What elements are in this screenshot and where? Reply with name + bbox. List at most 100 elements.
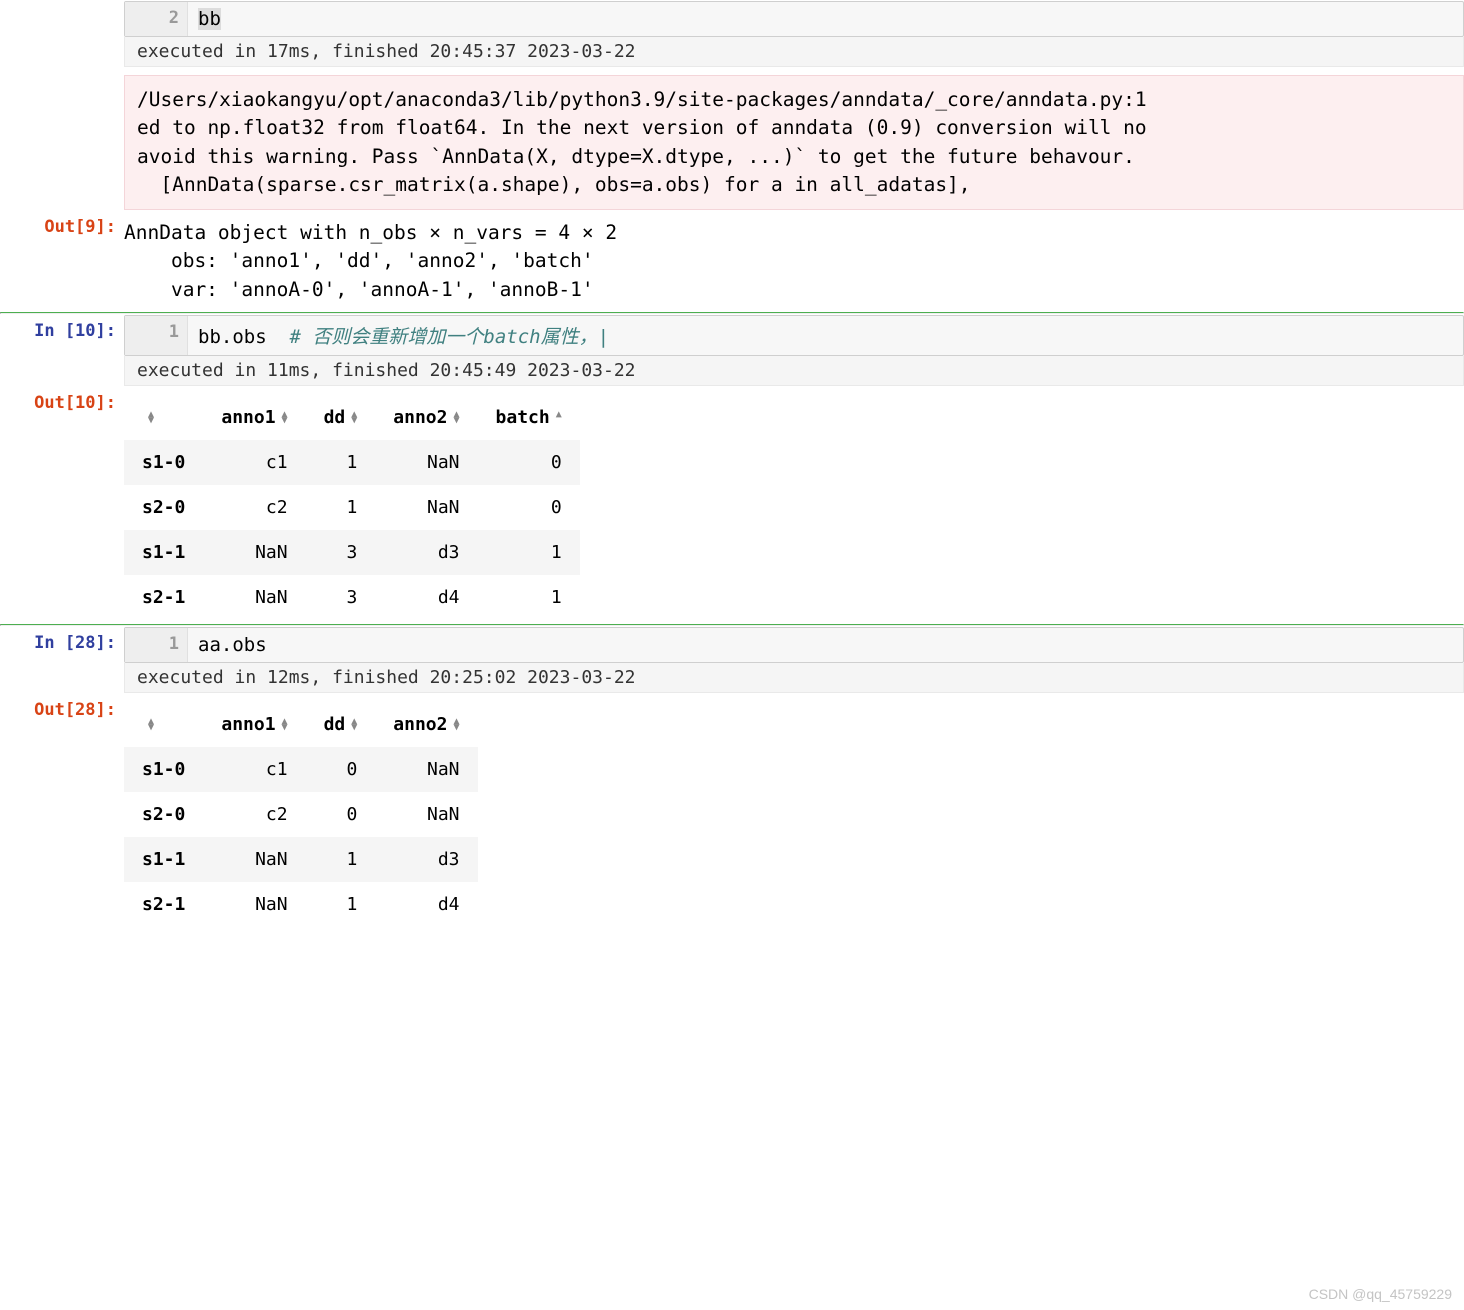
- cell-9-out: Out[9]: AnnData object with n_obs × n_va…: [0, 210, 1464, 312]
- row-index: s1-0: [124, 440, 203, 485]
- sort-icon[interactable]: ▲▼: [453, 719, 459, 731]
- exec-timing-28: executed in 12ms, finished 20:25:02 2023…: [124, 663, 1464, 693]
- line-number: 1: [125, 628, 188, 662]
- in-prompt-28: In [28]:: [0, 627, 124, 693]
- cell: 3: [306, 575, 376, 620]
- cell-9: 2 bb executed in 17ms, finished 20:45:37…: [0, 0, 1464, 210]
- sort-icon[interactable]: ▲▼: [282, 719, 288, 731]
- cell: d4: [375, 575, 477, 620]
- cell-9-body: 2 bb executed in 17ms, finished 20:45:37…: [124, 1, 1464, 210]
- row-index: s1-1: [124, 837, 203, 882]
- cell: 1: [306, 837, 376, 882]
- col-anno1[interactable]: anno1▲▼: [203, 702, 305, 747]
- table-row: s2-0c21NaN0: [124, 485, 580, 530]
- cell-28: In [28]: 1 aa.obs executed in 12ms, fini…: [0, 626, 1464, 693]
- col-anno2[interactable]: anno2▲▼: [375, 395, 477, 440]
- table-row: s1-0c10NaN: [124, 747, 478, 792]
- cell-10-body: 1 bb.obs # 否则会重新增加一个batch属性，| executed i…: [124, 315, 1464, 386]
- out-prompt-28: Out[28]:: [0, 694, 124, 931]
- col-index[interactable]: ▲▼: [124, 702, 203, 747]
- col-dd[interactable]: dd▲▼: [306, 395, 376, 440]
- cell: c2: [203, 792, 305, 837]
- cell: 1: [306, 440, 376, 485]
- stderr-warning: /Users/xiaokangyu/opt/anaconda3/lib/pyth…: [124, 75, 1464, 210]
- table-header-row: ▲▼ anno1▲▼ dd▲▼ anno2▲▼ batch▲▼: [124, 395, 580, 440]
- out-text-9: AnnData object with n_obs × n_vars = 4 ×…: [124, 211, 1464, 312]
- cell-28-out-body: ▲▼ anno1▲▼ dd▲▼ anno2▲▼ s1-0c10NaN s2-0c…: [124, 694, 1464, 931]
- cell: d3: [375, 530, 477, 575]
- cell: NaN: [375, 792, 477, 837]
- cell: 0: [478, 440, 580, 485]
- cell: NaN: [203, 530, 305, 575]
- table-row: s2-0c20NaN: [124, 792, 478, 837]
- line-number: 2: [125, 2, 188, 36]
- row-index: s1-0: [124, 747, 203, 792]
- col-anno2[interactable]: anno2▲▼: [375, 702, 477, 747]
- sort-icon[interactable]: ▲▼: [453, 412, 459, 424]
- cell: NaN: [203, 575, 305, 620]
- table-row: s1-0c11NaN0: [124, 440, 580, 485]
- cell: NaN: [375, 485, 477, 530]
- table-row: s1-1NaN1d3: [124, 837, 478, 882]
- row-index: s1-1: [124, 530, 203, 575]
- table-header-row: ▲▼ anno1▲▼ dd▲▼ anno2▲▼: [124, 702, 478, 747]
- row-index: s2-0: [124, 485, 203, 530]
- out-prompt-9: Out[9]:: [0, 211, 124, 312]
- cell: NaN: [203, 882, 305, 927]
- cell-9-out-body: AnnData object with n_obs × n_vars = 4 ×…: [124, 211, 1464, 312]
- sort-icon-asc[interactable]: ▲▼: [556, 412, 562, 424]
- row-index: s2-1: [124, 575, 203, 620]
- cell: 1: [306, 882, 376, 927]
- cell: 0: [478, 485, 580, 530]
- cell: c1: [203, 440, 305, 485]
- cell-28-body: 1 aa.obs executed in 12ms, finished 20:2…: [124, 627, 1464, 693]
- row-index: s2-1: [124, 882, 203, 927]
- cell: d4: [375, 882, 477, 927]
- cell: 1: [306, 485, 376, 530]
- cell-10-out-body: ▲▼ anno1▲▼ dd▲▼ anno2▲▼ batch▲▼ s1-0c11N…: [124, 387, 1464, 624]
- sort-icon[interactable]: ▲▼: [351, 719, 357, 731]
- cell: d3: [375, 837, 477, 882]
- cell: 3: [306, 530, 376, 575]
- cell: c2: [203, 485, 305, 530]
- cell: 1: [478, 575, 580, 620]
- in-prompt-10: In [10]:: [0, 315, 124, 386]
- col-dd[interactable]: dd▲▼: [306, 702, 376, 747]
- code-selection: bb: [198, 8, 221, 30]
- code-input-9[interactable]: 2 bb: [124, 1, 1464, 37]
- sort-icon[interactable]: ▲▼: [148, 412, 154, 424]
- code-line-text[interactable]: bb: [188, 2, 1463, 36]
- in-prompt-9: [0, 1, 124, 210]
- exec-timing-10: executed in 11ms, finished 20:45:49 2023…: [124, 356, 1464, 386]
- code-line-text[interactable]: bb.obs # 否则会重新增加一个batch属性，|: [188, 316, 1463, 355]
- code-input-28[interactable]: 1 aa.obs: [124, 627, 1464, 663]
- cell: c1: [203, 747, 305, 792]
- sort-icon[interactable]: ▲▼: [282, 412, 288, 424]
- dataframe-table-28: ▲▼ anno1▲▼ dd▲▼ anno2▲▼ s1-0c10NaN s2-0c…: [124, 702, 478, 927]
- out-prompt-10: Out[10]:: [0, 387, 124, 624]
- cell: NaN: [203, 837, 305, 882]
- cell-10: In [10]: 1 bb.obs # 否则会重新增加一个batch属性，| e…: [0, 314, 1464, 386]
- code-line-text[interactable]: aa.obs: [188, 628, 1463, 662]
- cell-10-out: Out[10]: ▲▼ anno1▲▼ dd▲▼ anno2▲▼ batch▲▼…: [0, 386, 1464, 624]
- row-index: s2-0: [124, 792, 203, 837]
- cell: 1: [478, 530, 580, 575]
- line-number: 1: [125, 316, 188, 355]
- cell: NaN: [375, 747, 477, 792]
- dataframe-table-10: ▲▼ anno1▲▼ dd▲▼ anno2▲▼ batch▲▼ s1-0c11N…: [124, 395, 580, 620]
- col-anno1[interactable]: anno1▲▼: [203, 395, 305, 440]
- table-row: s2-1NaN1d4: [124, 882, 478, 927]
- col-batch[interactable]: batch▲▼: [478, 395, 580, 440]
- watermark: CSDN @qq_45759229: [1309, 1286, 1452, 1302]
- cell: 0: [306, 747, 376, 792]
- sort-icon[interactable]: ▲▼: [148, 719, 154, 731]
- col-index[interactable]: ▲▼: [124, 395, 203, 440]
- cell: NaN: [375, 440, 477, 485]
- table-row: s1-1NaN3d31: [124, 530, 580, 575]
- cell-28-out: Out[28]: ▲▼ anno1▲▼ dd▲▼ anno2▲▼ s1-0c10…: [0, 693, 1464, 931]
- cell: 0: [306, 792, 376, 837]
- exec-timing-9: executed in 17ms, finished 20:45:37 2023…: [124, 37, 1464, 67]
- sort-icon[interactable]: ▲▼: [351, 412, 357, 424]
- code-input-10[interactable]: 1 bb.obs # 否则会重新增加一个batch属性，|: [124, 315, 1464, 356]
- table-row: s2-1NaN3d41: [124, 575, 580, 620]
